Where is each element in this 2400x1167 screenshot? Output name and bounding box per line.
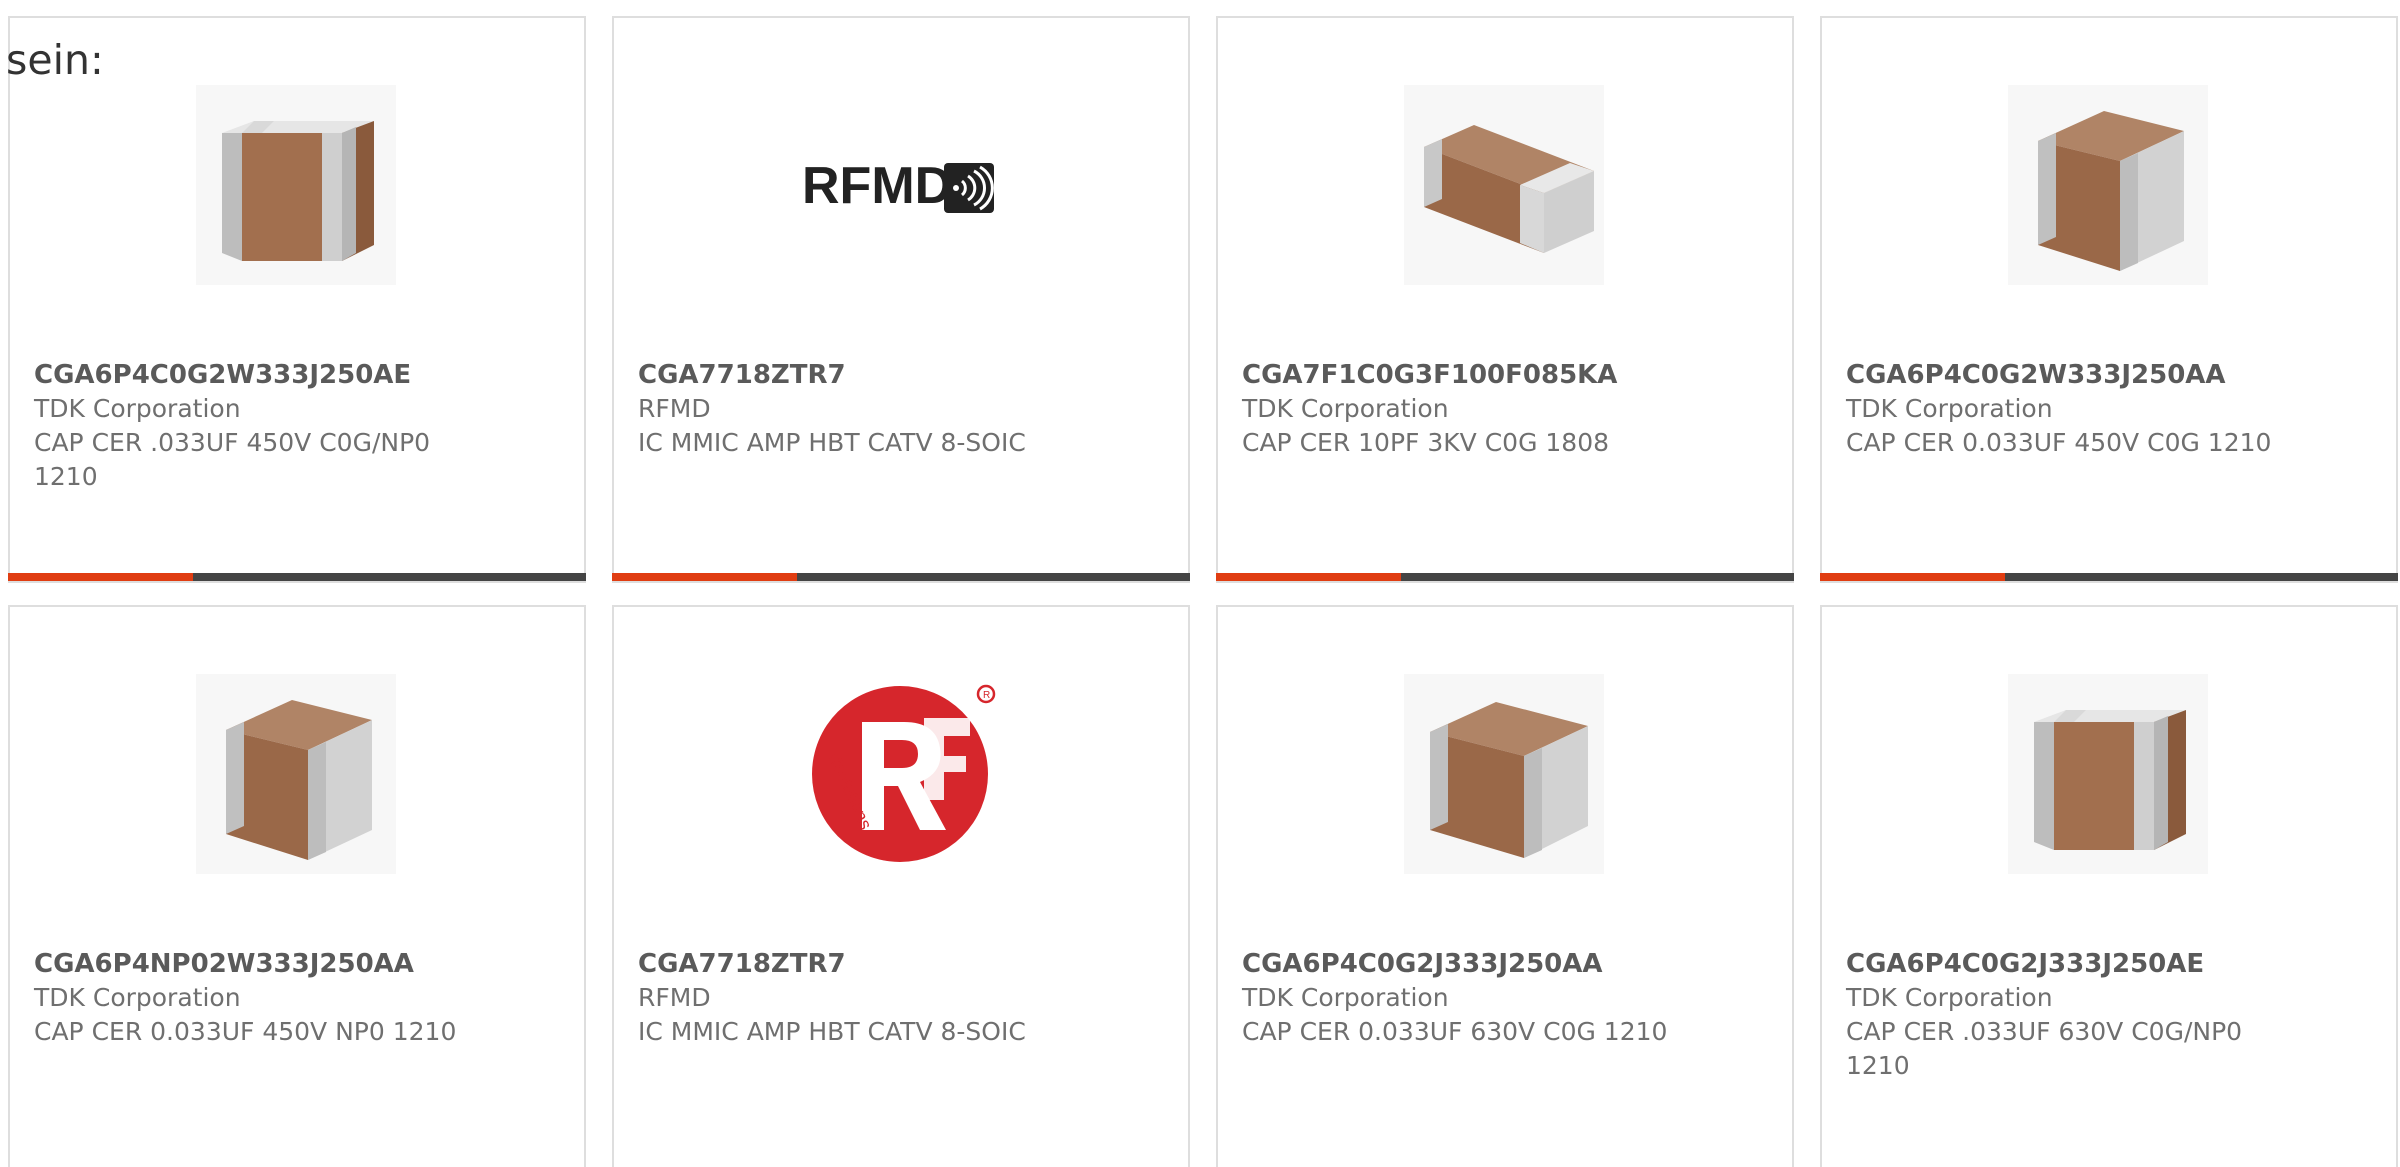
- manufacturer: TDK Corporation: [1846, 983, 2053, 1012]
- product-card[interactable]: RFMD CGA7718ZTR7 RFMD IC MMIC AMP HBT CA…: [612, 16, 1190, 583]
- capacitor-chip-flat-icon: [1404, 85, 1604, 285]
- product-card[interactable]: CGA6P4C0G2J333J250AA TDK Corporation CAP…: [1216, 605, 1794, 1167]
- product-card[interactable]: CGA6P4C0G2J333J250AE TDK Corporation CAP…: [1820, 605, 2398, 1167]
- part-number[interactable]: CGA6P4C0G2W333J250AE: [34, 358, 474, 392]
- description: IC MMIC AMP HBT CATV 8-SOIC: [638, 1017, 1026, 1046]
- description: CAP CER 0.033UF 450V NP0 1210: [34, 1017, 457, 1046]
- part-number[interactable]: CGA6P4C0G2W333J250AA: [1846, 358, 2286, 392]
- manufacturer: TDK Corporation: [34, 983, 241, 1012]
- product-info: CGA6P4C0G2J333J250AA TDK Corporation CAP…: [1242, 947, 1682, 1049]
- product-info: CGA7718ZTR7 RFMD IC MMIC AMP HBT CATV 8-…: [638, 947, 1078, 1049]
- product-info: CGA6P4C0G2W333J250AE TDK Corporation CAP…: [34, 358, 474, 494]
- part-number[interactable]: CGA7718ZTR7: [638, 947, 1078, 981]
- product-info: CGA7718ZTR7 RFMD IC MMIC AMP HBT CATV 8-…: [638, 358, 1078, 460]
- manufacturer: RFMD: [638, 394, 711, 423]
- manufacturer: TDK Corporation: [1242, 394, 1449, 423]
- progress-bar: [612, 573, 1190, 581]
- description: IC MMIC AMP HBT CATV 8-SOIC: [638, 428, 1026, 457]
- part-number[interactable]: CGA6P4NP02W333J250AA: [34, 947, 474, 981]
- part-number[interactable]: CGA7718ZTR7: [638, 358, 1078, 392]
- product-image[interactable]: [2008, 85, 2208, 285]
- description: CAP CER .033UF 450V C0G/NP0 1210: [34, 428, 431, 491]
- intro-text: sein:: [6, 36, 104, 84]
- product-card[interactable]: CGA6P4C0G2W333J250AE TDK Corporation CAP…: [8, 16, 586, 583]
- progress-bar: [1216, 573, 1794, 581]
- product-image[interactable]: RFMD: [800, 85, 1000, 285]
- product-image[interactable]: [1404, 85, 1604, 285]
- rf-solutions-logo: R rfsolutions: [812, 684, 996, 862]
- product-image[interactable]: [2008, 674, 2208, 874]
- part-number[interactable]: CGA6P4C0G2J333J250AA: [1242, 947, 1682, 981]
- product-card[interactable]: CGA6P4NP02W333J250AA TDK Corporation CAP…: [8, 605, 586, 1167]
- progress-bar: [1820, 573, 2398, 581]
- manufacturer: TDK Corporation: [34, 394, 241, 423]
- product-card[interactable]: R rfsolutions CGA7718ZTR7 RFMD IC MMIC A…: [612, 605, 1190, 1167]
- capacitor-cube-side-icon: [1404, 674, 1604, 874]
- progress-bar-fill: [1216, 573, 1401, 581]
- description: CAP CER .033UF 630V C0G/NP0 1210: [1846, 1017, 2243, 1080]
- product-card[interactable]: CGA6P4C0G2W333J250AA TDK Corporation CAP…: [1820, 16, 2398, 583]
- product-image[interactable]: [196, 674, 396, 874]
- part-number[interactable]: CGA6P4C0G2J333J250AE: [1846, 947, 2286, 981]
- capacitor-cube-side-icon: [2008, 85, 2208, 285]
- progress-bar-fill: [8, 573, 193, 581]
- svg-text:R: R: [983, 690, 990, 701]
- progress-bar-fill: [1820, 573, 2005, 581]
- description: CAP CER 0.033UF 630V C0G 1210: [1242, 1017, 1668, 1046]
- rfmd-logo: RFMD: [802, 157, 994, 215]
- product-info: CGA6P4C0G2J333J250AE TDK Corporation CAP…: [1846, 947, 2286, 1083]
- rfmd-logo-text: RFMD: [802, 157, 952, 215]
- product-card[interactable]: CGA7F1C0G3F100F085KA TDK Corporation CAP…: [1216, 16, 1794, 583]
- progress-bar-fill: [612, 573, 797, 581]
- capacitor-cube-front-icon: [2008, 674, 2208, 874]
- progress-bar: [8, 573, 586, 581]
- part-number[interactable]: CGA7F1C0G3F100F085KA: [1242, 358, 1682, 392]
- product-info: CGA7F1C0G3F100F085KA TDK Corporation CAP…: [1242, 358, 1682, 460]
- product-info: CGA6P4NP02W333J250AA TDK Corporation CAP…: [34, 947, 474, 1049]
- capacitor-cube-side-icon: [196, 674, 396, 874]
- product-image[interactable]: [1404, 674, 1604, 874]
- product-image[interactable]: R rfsolutions: [800, 674, 1000, 874]
- description: CAP CER 0.033UF 450V C0G 1210: [1846, 428, 2272, 457]
- product-grid-page: sein: CGA6P4C0G2W333J250AE TDK Corporati…: [0, 0, 2400, 1167]
- manufacturer: TDK Corporation: [1846, 394, 2053, 423]
- manufacturer: RFMD: [638, 983, 711, 1012]
- description: CAP CER 10PF 3KV C0G 1808: [1242, 428, 1610, 457]
- product-image[interactable]: [196, 85, 396, 285]
- manufacturer: TDK Corporation: [1242, 983, 1449, 1012]
- product-info: CGA6P4C0G2W333J250AA TDK Corporation CAP…: [1846, 358, 2286, 460]
- capacitor-cube-front-icon: [196, 85, 396, 285]
